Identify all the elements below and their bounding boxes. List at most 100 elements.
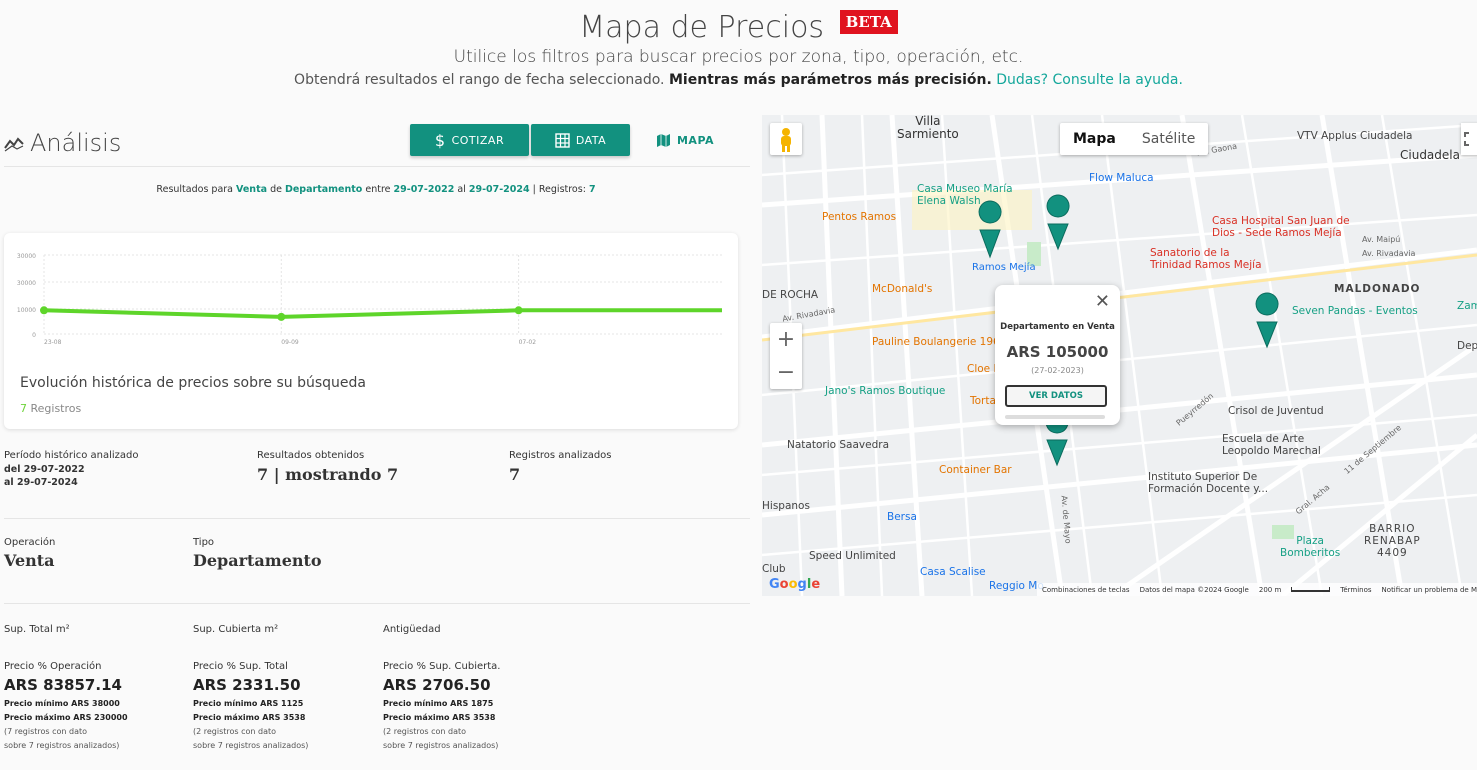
- data-point: [514, 306, 523, 315]
- results-text: al: [457, 184, 466, 195]
- operacion-value: Venta: [4, 551, 55, 570]
- map-type-satelite[interactable]: Satélite: [1129, 123, 1208, 155]
- subtitle-text: Obtendrá resultados el rango de fecha se…: [294, 72, 665, 88]
- analysis-heading: Análisis: [4, 129, 121, 157]
- y-tick-label: 0: [32, 332, 36, 339]
- analysis-panel: Análisis $ COTIZAR DATA MAPA Resultados …: [0, 115, 752, 770]
- marker-pin: [1046, 194, 1070, 251]
- ver-datos-button[interactable]: VER DATOS: [1005, 385, 1107, 407]
- zoom-in-button[interactable]: +: [770, 323, 802, 356]
- zoom-control: + −: [770, 323, 802, 389]
- popup-price: ARS 105000: [1006, 343, 1109, 361]
- sup-cubierta-label: Sup. Cubierta m²: [193, 624, 279, 635]
- precio-operacion-note: (7 registros con dato: [4, 727, 88, 736]
- chart-caption: Evolución histórica de precios sobre su …: [20, 375, 366, 391]
- precio-sup-cubierta-note: sobre 7 registros analizados): [383, 741, 499, 750]
- periodo-label: Período histórico analizado: [4, 450, 139, 461]
- series-line: [43, 308, 722, 319]
- page-subtitle: Utilice los filtros para buscar precios …: [453, 47, 1024, 67]
- results-date-from: 29-07-2022: [393, 184, 455, 195]
- periodo-al: al 29-07-2024: [4, 477, 78, 488]
- help-link[interactable]: Dudas? Consulte la ayuda.: [996, 72, 1183, 88]
- data-point: [40, 306, 48, 315]
- price-chart: 30000 30000 10000 0 23-08 09-09 07-02: [17, 253, 722, 346]
- precio-sup-cubierta-value: ARS 2706.50: [383, 676, 491, 694]
- results-text: Resultados para: [156, 184, 233, 195]
- map-type-toggle: Mapa Satélite: [1060, 123, 1209, 155]
- page-title: Mapa de Precios BETA: [0, 10, 1477, 45]
- popup-date: (27-02-2023): [1031, 366, 1084, 375]
- precio-operacion-min: Precio mínimo ARS 38000: [4, 699, 120, 708]
- precio-operacion-label: Precio % Operación: [4, 661, 102, 672]
- map-data-attribution: Datos del mapa ©2024 Google: [1139, 585, 1249, 594]
- popup-close-button[interactable]: ✕: [1095, 291, 1110, 312]
- analytics-icon: [4, 137, 24, 152]
- precio-operacion-note: sobre 7 registros analizados): [4, 741, 120, 750]
- analysis-title-text: Análisis: [30, 129, 122, 157]
- cotizar-label: COTIZAR: [451, 133, 505, 147]
- map-view[interactable]: Villa Sarmiento Ciudadela VTV Applus Ciu…: [762, 115, 1477, 596]
- mapa-button[interactable]: MAPA: [645, 124, 725, 156]
- data-button[interactable]: DATA: [531, 124, 630, 156]
- mapa-label: MAPA: [676, 133, 715, 147]
- results-date-to: 29-07-2024: [468, 184, 530, 195]
- results-text: entre: [365, 184, 391, 195]
- precio-operacion-value: ARS 83857.14: [4, 676, 122, 694]
- map-icon: [656, 133, 670, 147]
- precio-sup-total-max: Precio máximo ARS 3538: [193, 713, 306, 722]
- divider: [4, 603, 750, 604]
- zoom-out-button[interactable]: −: [770, 356, 802, 389]
- chart-registros-count: 7: [20, 402, 27, 415]
- map-type-mapa[interactable]: Mapa: [1060, 123, 1129, 155]
- popup-scrollbar[interactable]: [1005, 415, 1105, 419]
- precio-sup-cubierta-note: (2 registros con dato: [383, 727, 467, 736]
- x-tick-label: 23-08: [44, 339, 62, 346]
- results-type: Departamento: [284, 184, 363, 195]
- operacion-label: Operación: [4, 537, 56, 548]
- popup-title: Departamento en Venta: [1000, 322, 1115, 332]
- divider: [4, 166, 750, 167]
- map-footer: Combinaciones de teclas Datos del mapa ©…: [1037, 583, 1477, 596]
- street-view-pegman[interactable]: [770, 123, 802, 155]
- marker-pin: [978, 200, 1002, 259]
- precio-sup-total-min: Precio mínimo ARS 1125: [193, 699, 304, 708]
- chart-registros-label: Registros: [30, 402, 82, 415]
- price-chart-card: 30000 30000 10000 0 23-08 09-09 07-02 Evolució…: [4, 233, 738, 429]
- precio-sup-total-note: sobre 7 registros analizados): [193, 741, 309, 750]
- dollar-icon: $: [434, 130, 446, 150]
- precio-sup-cubierta-min: Precio mínimo ARS 1875: [383, 699, 494, 708]
- subtitle-bold: Mientras más parámetros más precisión.: [668, 72, 992, 88]
- marker-pin: [1255, 292, 1279, 349]
- terms-link[interactable]: Términos: [1340, 586, 1371, 594]
- map-scale-bar: [1291, 587, 1331, 592]
- results-count: 7: [588, 184, 596, 195]
- cotizar-button[interactable]: $ COTIZAR: [410, 124, 529, 156]
- page-title-text: Mapa de Precios: [579, 10, 825, 45]
- y-tick-label: 10000: [17, 307, 36, 314]
- results-summary: Resultados para Venta de Departamento en…: [0, 184, 752, 195]
- x-tick-label: 07-02: [519, 339, 537, 346]
- report-problem-link[interactable]: Notificar un problema de M: [1382, 586, 1477, 594]
- y-tick-label: 30000: [17, 253, 36, 260]
- registros-value: 7: [509, 465, 521, 484]
- sup-total-label: Sup. Total m²: [4, 624, 70, 635]
- pegman-icon: [781, 128, 791, 152]
- page-subtitle-2: Obtendrá resultados el rango de fecha se…: [0, 72, 1477, 88]
- antiguedad-label: Antigüedad: [383, 624, 441, 635]
- keyboard-shortcuts-link[interactable]: Combinaciones de teclas: [1042, 586, 1130, 594]
- resultados-label: Resultados obtenidos: [257, 450, 365, 461]
- fullscreen-button[interactable]: [1461, 123, 1477, 155]
- periodo-del: del 29-07-2022: [4, 464, 85, 475]
- tipo-value: Departamento: [193, 551, 322, 570]
- tipo-label: Tipo: [193, 537, 215, 548]
- precio-sup-total-note: (2 registros con dato: [193, 727, 277, 736]
- results-operation: Venta: [236, 184, 268, 195]
- data-point: [277, 312, 286, 321]
- map-scale: 200 m: [1258, 585, 1282, 594]
- precio-operacion-max: Precio máximo ARS 230000: [4, 713, 128, 722]
- beta-badge: BETA: [839, 10, 898, 34]
- google-logo: Google: [769, 577, 821, 592]
- registros-label: Registros analizados: [509, 450, 612, 461]
- listing-popup: ✕ Departamento en Venta ARS 105000 (27-0…: [995, 285, 1120, 425]
- resultados-value: 7 | mostrando 7: [257, 465, 399, 484]
